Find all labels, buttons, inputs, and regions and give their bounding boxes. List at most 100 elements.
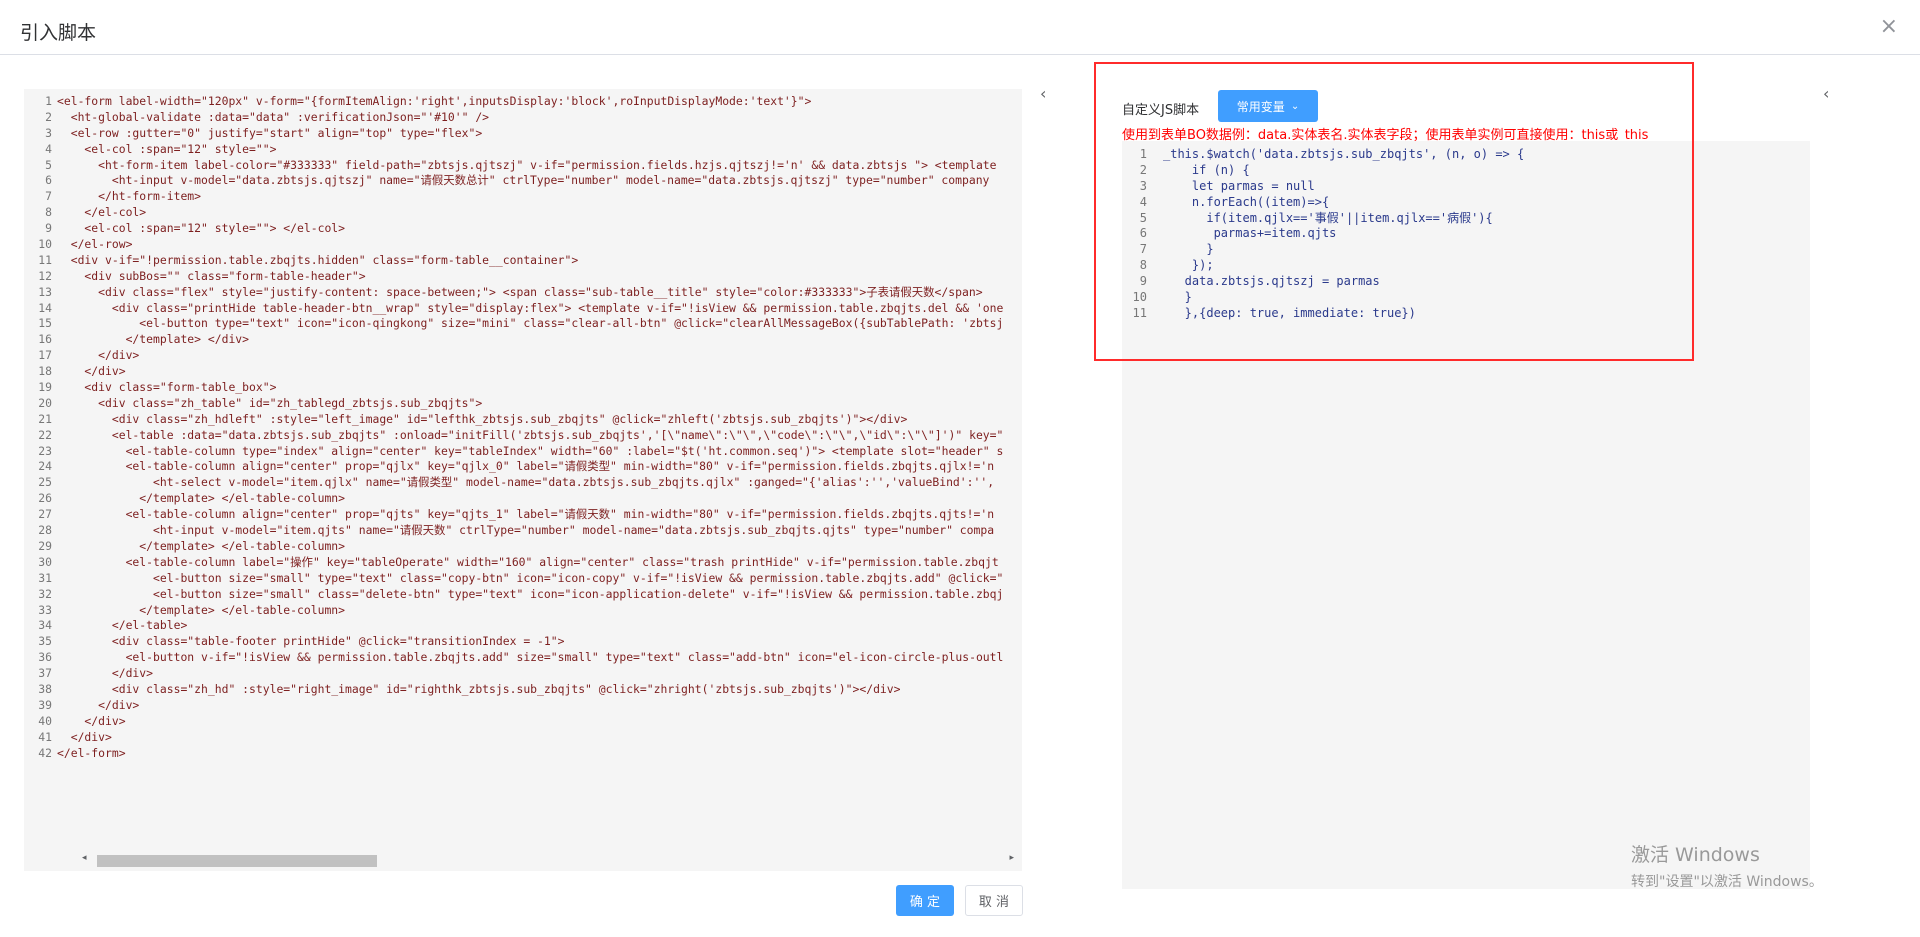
line-code: </div> — [57, 713, 126, 728]
code-line: 33 </template> </el-table-column> — [24, 603, 1022, 619]
line-code: <div class="form-table_box"> — [57, 380, 277, 395]
line-number: 35 — [38, 634, 52, 649]
line-code: <el-button type="text" icon="icon-qingko… — [57, 316, 1004, 331]
line-code: <ht-select v-model="item.qjlx" name="请假类… — [57, 475, 995, 490]
watermark-subtitle: 转到"设置"以激活 Windows。 — [1631, 874, 1823, 890]
line-number: 3 — [45, 125, 52, 140]
line-number: 27 — [38, 507, 52, 522]
code-line: 10 } — [1122, 290, 1810, 306]
scroll-left-icon[interactable]: ◂ — [82, 853, 87, 863]
line-number: 23 — [38, 443, 52, 458]
line-number: 41 — [38, 729, 52, 744]
line-number: 1 — [1139, 147, 1147, 161]
common-variables-button[interactable]: 常用变量 ⌄ — [1218, 90, 1318, 122]
line-number: 16 — [38, 332, 52, 347]
code-line: 26 </template> </el-table-column> — [24, 491, 1022, 507]
code-line: 4 n.forEach((item)=>{ — [1122, 195, 1810, 211]
code-line: 35 <div class="table-footer printHide" @… — [24, 634, 1022, 650]
code-lines: 1 <el-form label-width="120px" v-form="{f… — [24, 94, 1022, 761]
line-code: </template> </el-table-column> — [57, 538, 346, 553]
line-number: 39 — [38, 697, 52, 712]
line-number: 38 — [38, 681, 52, 696]
line-number: 42 — [38, 745, 52, 760]
line-code: <div class="flex" style="justify-content… — [57, 284, 983, 299]
dialog-header: 引入脚本 × — [0, 0, 1920, 55]
html-code-editor[interactable]: 1 <el-form label-width="120px" v-form="{f… — [24, 89, 1022, 871]
line-number: 3 — [1139, 178, 1147, 193]
line-number: 28 — [38, 523, 52, 538]
dialog-title: 引入脚本 — [20, 22, 97, 44]
line-code: if (n) { — [1163, 162, 1250, 177]
line-number: 22 — [38, 427, 52, 442]
line-number: 14 — [38, 300, 52, 315]
line-code: <div class="zh_table" id="zh_tablegd_zbt… — [57, 395, 483, 410]
line-code: </template> </div> — [57, 332, 250, 347]
code-line: 3 <el-row :gutter="0" justify="start" al… — [24, 126, 1022, 142]
line-number: 36 — [38, 650, 52, 665]
line-code: <div class="printHide table-header-btn__… — [57, 300, 1004, 315]
code-line: 11 },{deep: true, immediate: true}) — [1122, 306, 1810, 322]
code-line: 19 <div class="form-table_box"> — [24, 380, 1022, 396]
line-code: let parmas = null — [1163, 178, 1315, 193]
line-code: <div class="zh_hdleft" :style="left_imag… — [57, 411, 908, 426]
code-line: 14 <div class="printHide table-header-bt… — [24, 301, 1022, 317]
collapse-left-icon[interactable]: ‹ — [1040, 84, 1046, 103]
line-code: parmas+=item.qjts — [1163, 226, 1337, 241]
line-number: 24 — [38, 459, 52, 474]
line-number: 17 — [38, 348, 52, 363]
line-number: 7 — [45, 189, 52, 204]
line-code: <div class="table-footer printHide" @cli… — [57, 634, 565, 649]
code-line: 21 <div class="zh_hdleft" :style="left_i… — [24, 412, 1022, 428]
line-code: <ht-global-validate :data="data" :verifi… — [57, 109, 490, 124]
code-line: 38 <div class="zh_hd" :style="right_imag… — [24, 682, 1022, 698]
line-code: data.zbtsjs.qjtszj = parmas — [1163, 274, 1380, 289]
line-code: <el-row :gutter="0" justify="start" alig… — [57, 125, 483, 140]
code-line: 2 <ht-global-validate :data="data" :veri… — [24, 110, 1022, 126]
code-line: 8 </el-col> — [24, 205, 1022, 221]
line-code: </div> — [57, 348, 140, 363]
code-line: 8 }); — [1122, 258, 1810, 274]
close-icon[interactable]: × — [1880, 16, 1898, 38]
line-number: 11 — [1132, 305, 1147, 320]
confirm-button[interactable]: 确 定 — [896, 885, 954, 916]
horizontal-scrollbar[interactable]: ◂ ▸ — [54, 853, 1014, 867]
code-line: 7 </ht-form-item> — [24, 189, 1022, 205]
code-line: 22 <el-table :data="data.zbtsjs.sub_zbqj… — [24, 428, 1022, 444]
line-number: 7 — [1139, 242, 1147, 257]
code-line: 7 } — [1122, 242, 1810, 258]
line-code: } — [1163, 290, 1192, 305]
code-line: 24 <el-table-column align="center" prop=… — [24, 459, 1022, 475]
line-number: 15 — [38, 316, 52, 331]
js-script-label: 自定义JS脚本 — [1122, 103, 1200, 118]
line-number: 34 — [38, 618, 52, 633]
scrollbar-thumb[interactable] — [97, 855, 377, 867]
line-code: <el-table :data="data.zbtsjs.sub_zbqjts"… — [57, 427, 1004, 442]
line-code: if(item.qjlx=='事假'||item.qjlx=='病假'){ — [1163, 210, 1493, 225]
code-line: 23 <el-table-column type="index" align="… — [24, 444, 1022, 460]
line-number: 40 — [38, 713, 52, 728]
code-line: 27 <el-table-column align="center" prop=… — [24, 507, 1022, 523]
js-script-panel: 自定义JS脚本 常用变量 ⌄ 使用到表单BO数据例：data.实体表名.实体表字… — [1122, 89, 1810, 889]
line-number: 8 — [1139, 258, 1147, 273]
activation-watermark: 激活 Windows 转到"设置"以激活 Windows。 — [1631, 840, 1823, 891]
line-code: <div subBos="" class="form-table-header"… — [57, 268, 366, 283]
js-code-editor[interactable]: 1 _this.$watch('data.zbtsjs.sub_zbqjts', … — [1122, 141, 1810, 889]
scroll-right-icon[interactable]: ▸ — [1009, 853, 1014, 863]
line-code: <el-col :span="12" style=""> </el-col> — [57, 221, 346, 236]
line-number: 12 — [38, 268, 52, 283]
line-code: </template> </el-table-column> — [57, 602, 346, 617]
line-number: 21 — [38, 411, 52, 426]
line-number: 1 — [45, 94, 52, 108]
collapse-right-icon[interactable]: ‹ — [1823, 84, 1829, 103]
line-code: <el-col :span="12" style=""> — [57, 141, 277, 156]
code-line: 41 </div> — [24, 730, 1022, 746]
code-line: 3 let parmas = null — [1122, 179, 1810, 195]
cancel-button[interactable]: 取 消 — [965, 885, 1023, 916]
line-number: 32 — [38, 586, 52, 601]
line-number: 37 — [38, 666, 52, 681]
code-line: 37 </div> — [24, 666, 1022, 682]
code-line: 1 _this.$watch('data.zbtsjs.sub_zbqjts', … — [1122, 147, 1810, 163]
code-line: 18 </div> — [24, 364, 1022, 380]
line-number: 4 — [45, 141, 52, 156]
line-number: 10 — [1132, 290, 1147, 305]
